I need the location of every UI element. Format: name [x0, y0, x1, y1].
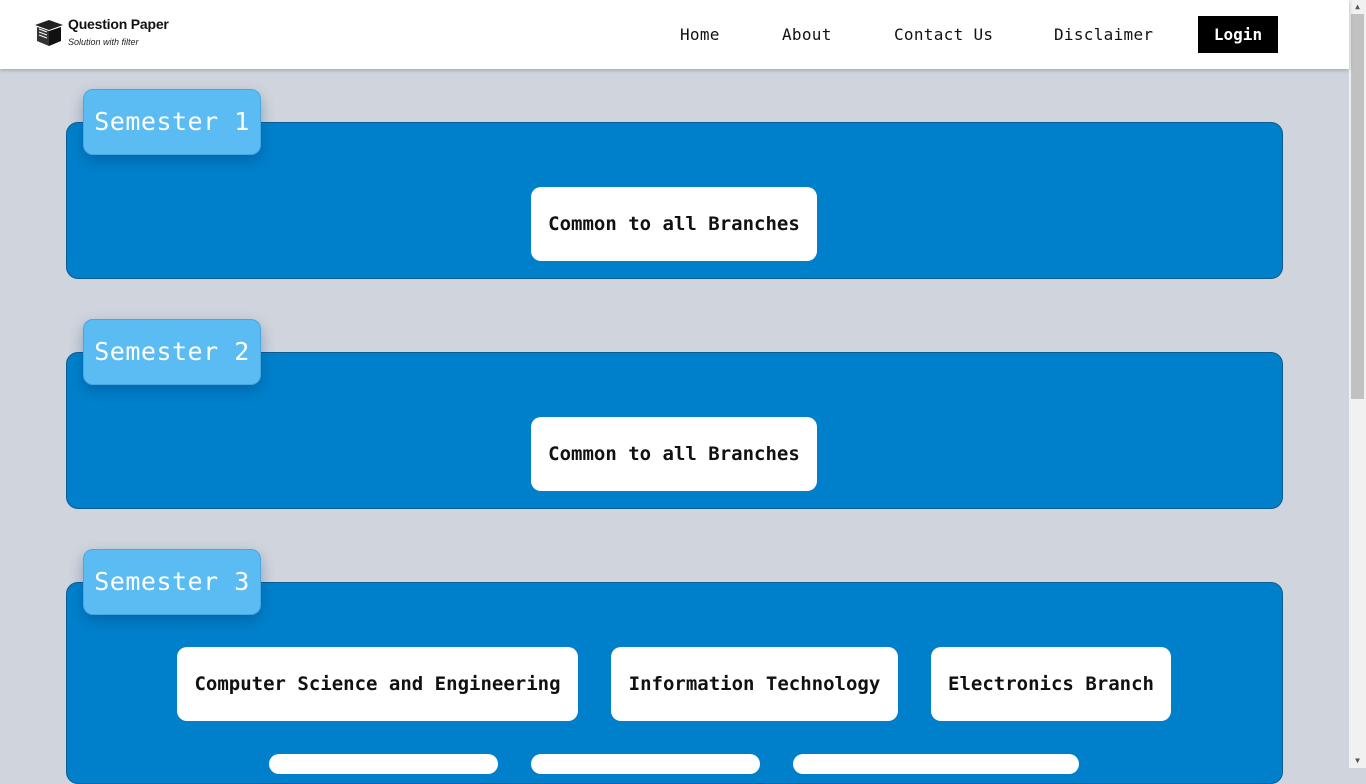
site-logo[interactable]: Question Paper Solution with filter	[33, 15, 173, 51]
semester-1-tab: Semester 1	[83, 89, 261, 155]
login-button[interactable]: Login	[1198, 16, 1278, 53]
scrollbar-thumb[interactable]	[1351, 14, 1364, 399]
scroll-up-arrow-icon[interactable]: ▲	[1349, 0, 1366, 14]
branch-electronics-button[interactable]: Electronics Branch	[931, 647, 1171, 721]
semester-1-common-branches-button[interactable]: Common to all Branches	[531, 187, 817, 261]
logo-subtitle: Solution with filter	[68, 37, 139, 47]
vertical-scrollbar[interactable]: ▲ ▼	[1349, 0, 1366, 768]
branch-button-partial[interactable]	[531, 754, 760, 774]
nav-disclaimer[interactable]: Disclaimer	[1054, 25, 1153, 44]
branch-button-partial[interactable]	[793, 754, 1079, 774]
nav-about[interactable]: About	[782, 25, 832, 44]
book-icon	[35, 20, 63, 46]
branch-button-partial[interactable]	[269, 754, 498, 774]
semester-3-tab: Semester 3	[83, 549, 261, 615]
nav-contact-us[interactable]: Contact Us	[894, 25, 993, 44]
top-navbar: Question Paper Solution with filter Home…	[0, 0, 1349, 69]
semester-2-common-branches-button[interactable]: Common to all Branches	[531, 417, 817, 491]
branch-computer-science-button[interactable]: Computer Science and Engineering	[177, 647, 578, 721]
logo-title: Question Paper	[68, 16, 169, 32]
semester-2-tab: Semester 2	[83, 319, 261, 385]
scroll-down-arrow-icon[interactable]: ▼	[1349, 754, 1366, 768]
nav-home[interactable]: Home	[680, 25, 720, 44]
branch-information-technology-button[interactable]: Information Technology	[611, 647, 898, 721]
